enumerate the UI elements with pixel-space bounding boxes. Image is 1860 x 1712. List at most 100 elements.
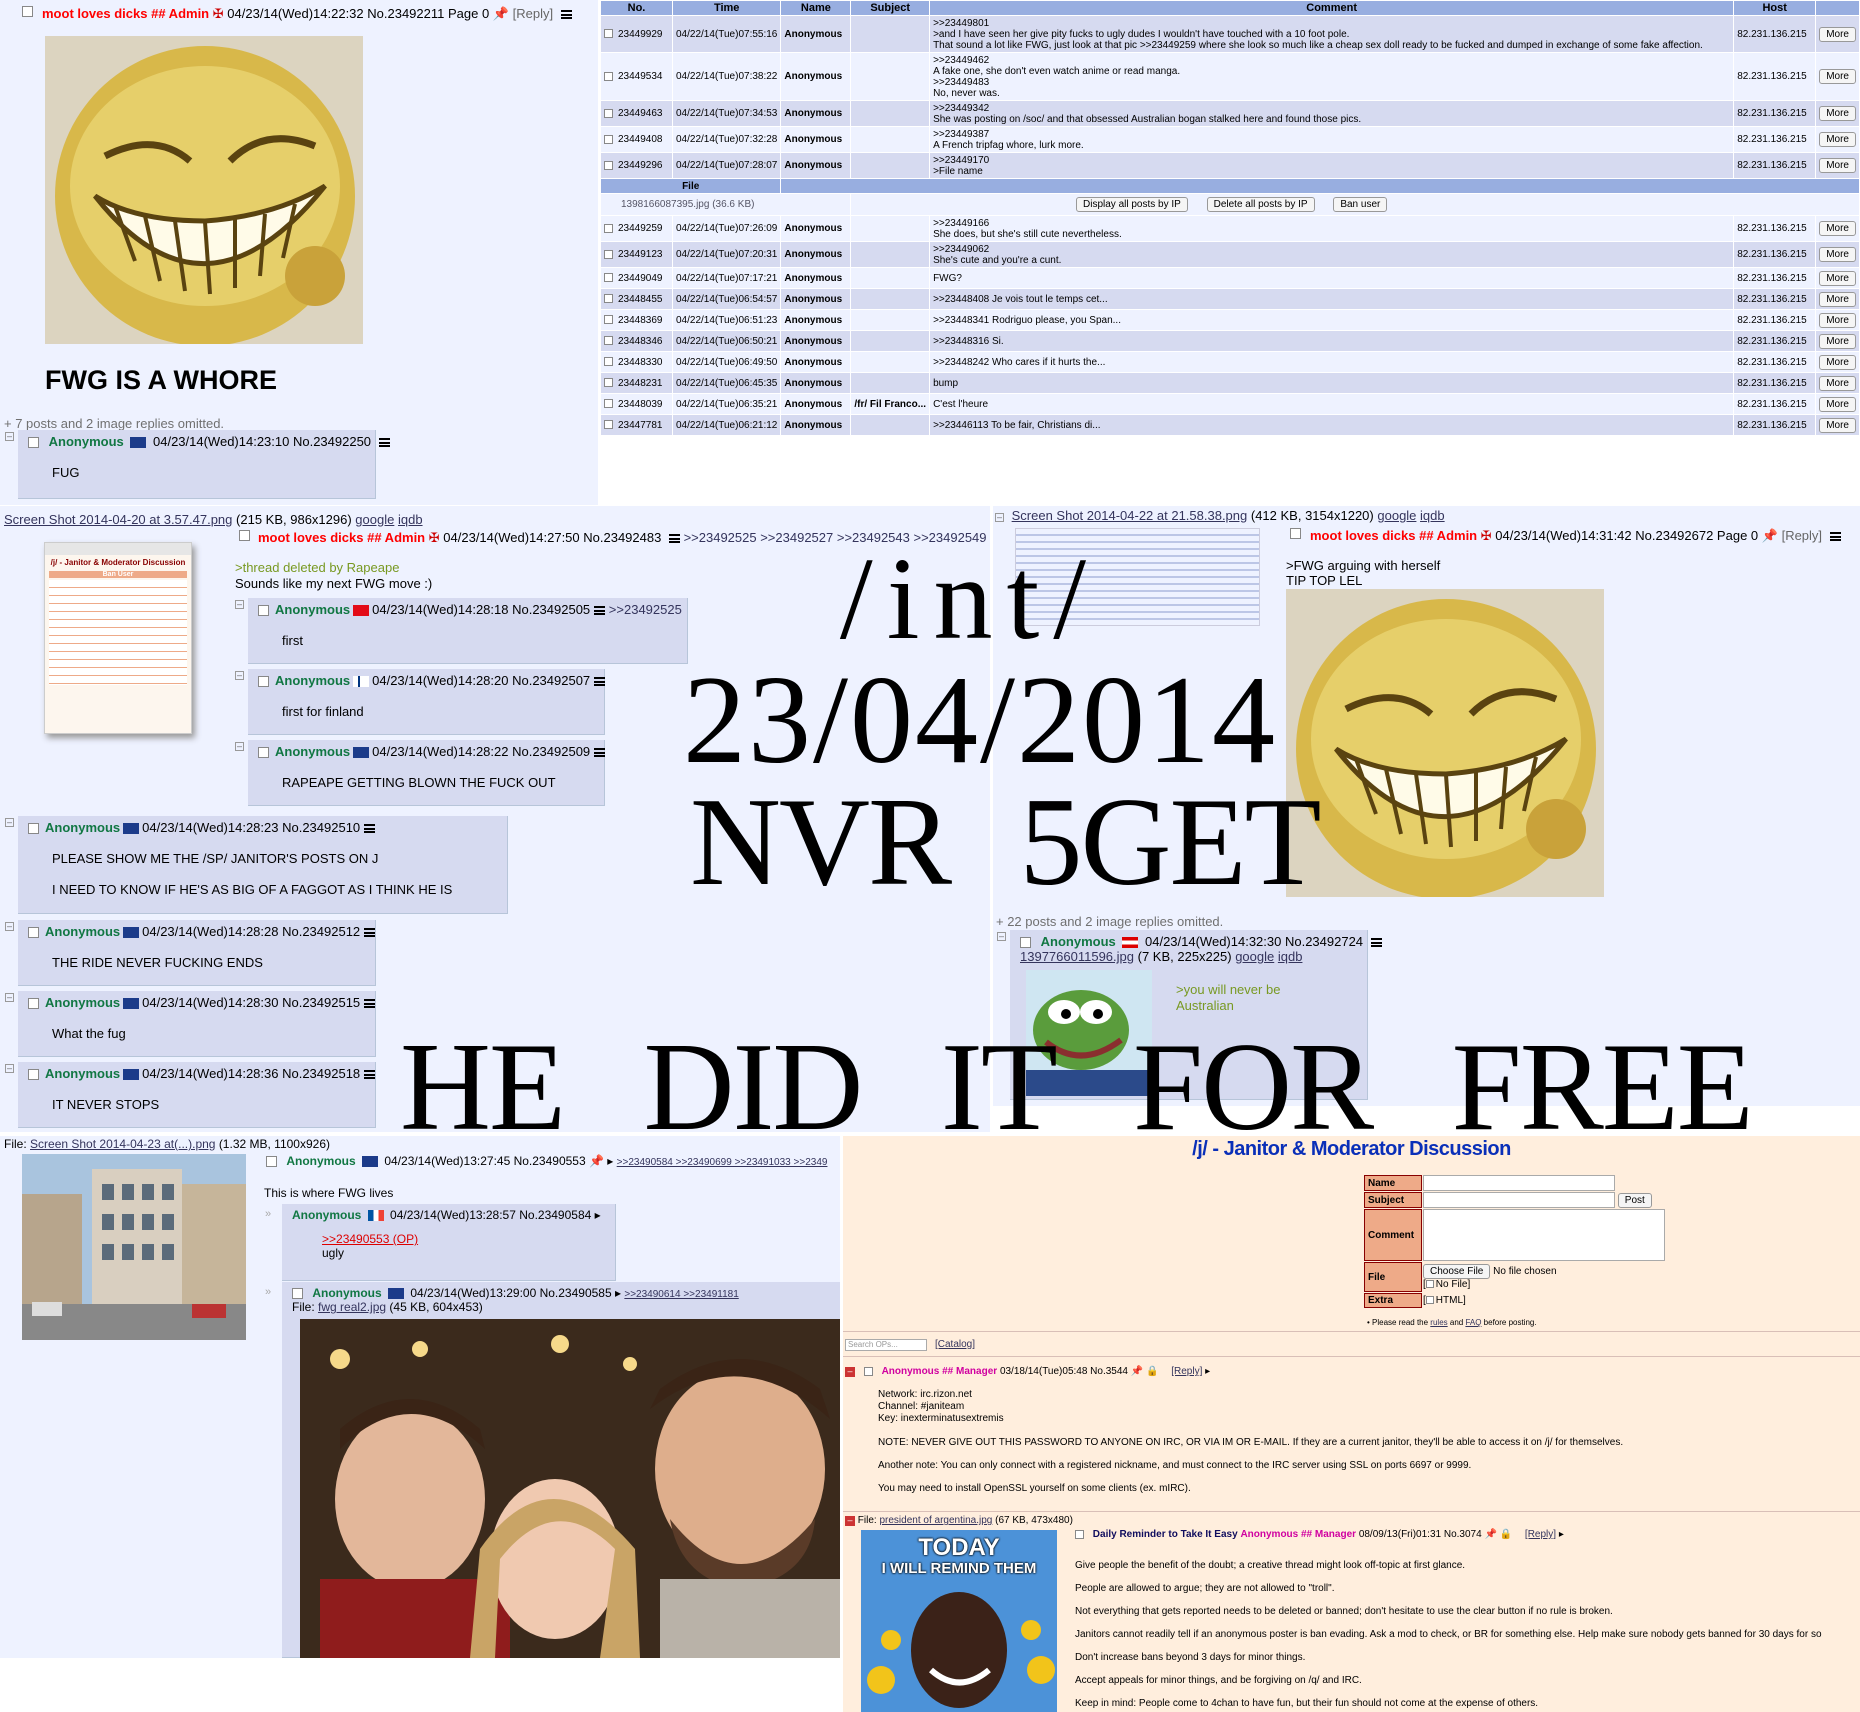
screenshot-thumbnail[interactable]: /j/ - Janitor & Moderator Discussion Ban… [44, 542, 192, 734]
post-menu-icon[interactable] [364, 824, 376, 834]
backlinks[interactable]: >>23490614 >>23491181 [624, 1289, 738, 1300]
google-link[interactable]: google [1377, 508, 1416, 523]
html-checkbox[interactable] [1425, 1296, 1434, 1305]
op-checkbox[interactable] [1290, 528, 1301, 539]
op-name[interactable]: moot loves dicks ## Admin [42, 6, 209, 21]
iqdb-link[interactable]: iqdb [398, 512, 423, 527]
post-checkbox[interactable] [1075, 1529, 1084, 1539]
row-checkbox[interactable] [604, 357, 613, 367]
subject-input[interactable] [1423, 1192, 1615, 1208]
faq-link[interactable]: FAQ [1465, 1318, 1481, 1327]
reply-file-link[interactable]: 1397766011596.jpg [1020, 949, 1134, 964]
more-button[interactable]: More [1819, 396, 1856, 412]
post-file-link[interactable]: president of argentina.jpg [879, 1515, 992, 1526]
collapse-icon[interactable]: – [5, 993, 14, 1002]
row-checkbox[interactable] [604, 399, 613, 409]
reply-link[interactable]: [Reply] [1171, 1366, 1202, 1377]
more-button[interactable]: More [1819, 158, 1856, 173]
row-checkbox[interactable] [604, 223, 613, 233]
row-checkbox[interactable] [604, 294, 613, 304]
rules-link[interactable]: rules [1430, 1318, 1447, 1327]
expand-icon[interactable]: ▸ [1205, 1366, 1210, 1377]
reply-quote[interactable]: >>23490553 (OP) [322, 1232, 605, 1246]
more-button[interactable]: More [1819, 132, 1856, 147]
reply-checkbox[interactable] [258, 747, 269, 759]
meme-image[interactable]: TODAY I WILL REMIND THEM [861, 1530, 1057, 1712]
reply-checkbox[interactable] [28, 1069, 39, 1081]
row-checkbox[interactable] [604, 249, 613, 259]
collapse-icon[interactable]: – [5, 432, 14, 441]
reply-checkbox[interactable] [292, 1288, 303, 1300]
catalog-link[interactable]: [Catalog] [935, 1339, 975, 1350]
more-button[interactable]: More [1819, 26, 1856, 42]
op-name[interactable]: moot loves dicks ## Admin [258, 530, 425, 545]
collapse-icon[interactable]: – [5, 818, 14, 827]
collapse-icon[interactable]: – [5, 1064, 14, 1073]
row-checkbox[interactable] [604, 29, 613, 39]
post-menu-icon[interactable] [594, 748, 606, 758]
expand-icon[interactable]: ▸ [1559, 1529, 1564, 1540]
row-checkbox[interactable] [604, 71, 613, 81]
expand-icon[interactable]: ▸ [607, 1154, 613, 1168]
grin-face-image[interactable] [45, 36, 363, 344]
row-checkbox[interactable] [604, 273, 613, 283]
more-button[interactable]: More [1819, 291, 1856, 307]
post-checkbox[interactable] [863, 1366, 873, 1376]
reply-link[interactable]: [Reply] [1525, 1529, 1556, 1540]
no-file-checkbox[interactable] [1425, 1280, 1434, 1289]
more-button[interactable]: More [1819, 417, 1856, 433]
row-checkbox[interactable] [604, 160, 613, 170]
file-name[interactable]: 1398166087395.jpg (36.6 KB) [599, 193, 852, 216]
more-button[interactable]: More [1819, 247, 1856, 262]
reply-checkbox[interactable] [1020, 937, 1031, 949]
row-checkbox[interactable] [604, 108, 613, 118]
op-checkbox[interactable] [239, 530, 250, 541]
people-photo[interactable] [300, 1319, 840, 1658]
name-input[interactable] [1423, 1175, 1615, 1191]
reply-checkbox[interactable] [28, 823, 39, 835]
more-button[interactable]: More [1819, 69, 1856, 84]
post-button[interactable]: Post [1617, 1192, 1652, 1208]
post-menu-icon[interactable] [1829, 532, 1841, 542]
iqdb-link[interactable]: iqdb [1278, 949, 1303, 964]
collapse-icon[interactable]: – [845, 1367, 855, 1377]
google-link[interactable]: google [355, 512, 394, 527]
more-button[interactable]: More [1819, 333, 1856, 349]
collapse-icon[interactable]: – [997, 932, 1006, 941]
post-menu-icon[interactable] [364, 1070, 376, 1080]
row-checkbox[interactable] [604, 315, 613, 325]
collapse-icon[interactable]: – [5, 922, 14, 931]
file-link[interactable]: Screen Shot 2014-04-20 at 3.57.47.png [4, 512, 232, 527]
iqdb-link[interactable]: iqdb [1420, 508, 1445, 523]
grin-face-image[interactable] [1286, 589, 1604, 897]
display-posts-button[interactable]: Display all posts by IP [1076, 197, 1188, 212]
file-link[interactable]: Screen Shot 2014-04-23 at(...).png [30, 1137, 215, 1151]
more-button[interactable]: More [1819, 375, 1856, 391]
search-input[interactable]: Search OPs... [845, 1339, 927, 1351]
more-button[interactable]: More [1819, 106, 1856, 121]
collapse-icon[interactable]: – [235, 600, 244, 609]
more-button[interactable]: More [1819, 354, 1856, 370]
row-checkbox[interactable] [604, 420, 613, 430]
row-checkbox[interactable] [604, 378, 613, 388]
more-button[interactable]: More [1819, 312, 1856, 328]
op-checkbox[interactable] [22, 6, 33, 17]
reply-file-link[interactable]: fwg real2.jpg [318, 1300, 386, 1314]
reply-link[interactable]: [Reply] [1782, 528, 1822, 543]
collapse-icon[interactable]: – [235, 742, 244, 751]
choose-file-button[interactable]: Choose File [1423, 1264, 1491, 1279]
post-menu-icon[interactable] [668, 534, 680, 544]
reply-checkbox[interactable] [28, 998, 39, 1010]
backlink[interactable]: >>23492525 [609, 602, 682, 617]
row-checkbox[interactable] [604, 336, 613, 346]
post-menu-icon[interactable] [594, 606, 606, 616]
post-menu-icon[interactable] [560, 10, 572, 20]
reply-checkbox[interactable] [28, 927, 39, 939]
post-menu-icon[interactable] [1370, 938, 1382, 948]
street-photo[interactable] [22, 1154, 246, 1340]
expand-icon[interactable]: ▸ [595, 1208, 601, 1222]
row-checkbox[interactable] [604, 134, 613, 144]
collapse-icon[interactable]: – [995, 513, 1004, 522]
backlinks[interactable]: >>23490584 >>23490699 >>23491033 >>2349 [617, 1157, 828, 1168]
comment-textarea[interactable] [1423, 1209, 1665, 1261]
